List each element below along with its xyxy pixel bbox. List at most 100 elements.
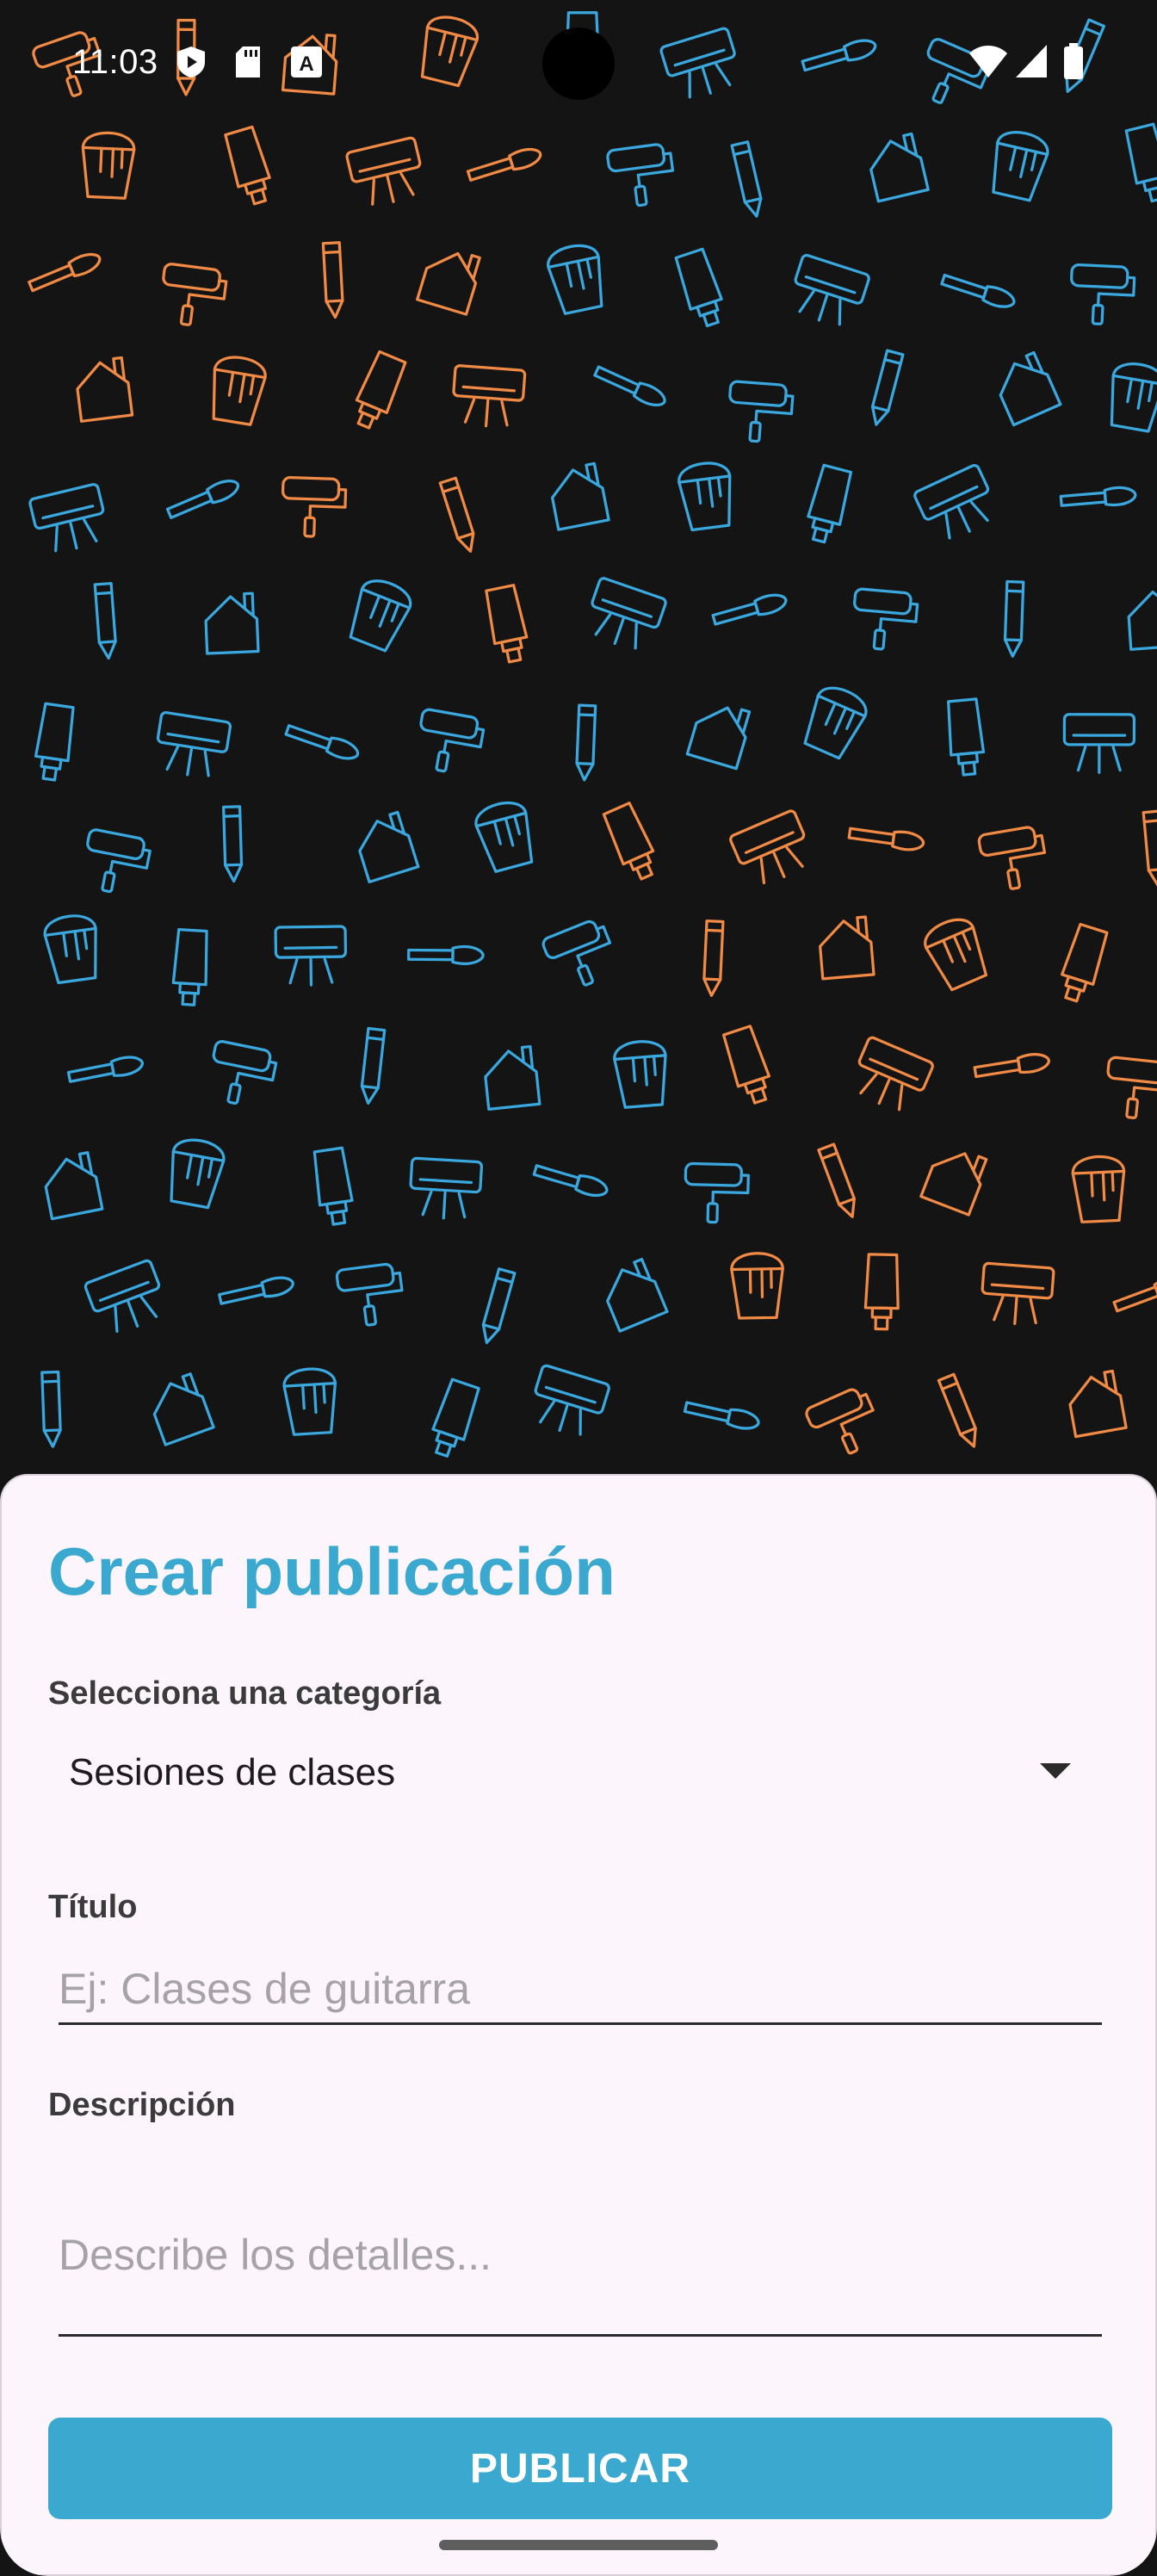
- air-conditioner-doodle-icon: [729, 809, 806, 885]
- paint-tube-doodle-icon: [863, 1253, 900, 1331]
- air-conditioner-doodle-icon: [84, 1259, 161, 1333]
- paint-brush-doodle-icon: [407, 944, 485, 965]
- house-doodle-icon: [416, 251, 481, 316]
- paint-tube-doodle-icon: [807, 463, 853, 544]
- house-doodle-icon: [484, 1044, 541, 1112]
- paint-roller-doodle-icon: [281, 475, 348, 538]
- paint-brush-doodle-icon: [711, 593, 788, 626]
- paint-tube-doodle-icon: [171, 927, 208, 1006]
- pencil-doodle-icon: [1142, 809, 1157, 888]
- pencil-doodle-icon: [481, 1267, 517, 1345]
- paint-bucket-doodle-icon: [282, 1367, 337, 1436]
- air-conditioner-doodle-icon: [345, 136, 422, 206]
- paint-roller-doodle-icon: [1106, 1056, 1157, 1119]
- paint-tube-doodle-icon: [485, 584, 529, 664]
- house-doodle-icon: [1068, 1369, 1128, 1439]
- pencil-doodle-icon: [575, 703, 597, 782]
- air-conditioner-doodle-icon: [409, 1156, 484, 1220]
- air-conditioner-doodle-icon: [913, 463, 990, 540]
- paint-roller-doodle-icon: [977, 826, 1047, 890]
- paint-tube-doodle-icon: [1124, 122, 1157, 203]
- house-doodle-icon: [869, 132, 930, 203]
- pencil-doodle-icon: [702, 919, 725, 997]
- paint-bucket-doodle-icon: [43, 914, 97, 985]
- air-conditioner-doodle-icon: [981, 1261, 1055, 1326]
- pencil-doodle-icon: [937, 1372, 977, 1448]
- paint-brush-doodle-icon: [66, 1056, 144, 1083]
- pencil-doodle-icon: [222, 805, 244, 883]
- air-conditioner-doodle-icon: [452, 364, 527, 428]
- paint-bucket-doodle-icon: [212, 356, 267, 426]
- paint-brush-doodle-icon: [466, 147, 542, 182]
- paint-bucket-doodle-icon: [613, 1040, 667, 1109]
- svg-text:A: A: [299, 53, 313, 76]
- air-conditioner-doodle-icon: [534, 1364, 610, 1436]
- paint-brush-doodle-icon: [973, 1053, 1050, 1079]
- house-doodle-icon: [919, 1152, 988, 1217]
- house-doodle-icon: [819, 915, 875, 981]
- paint-bucket-doodle-icon: [677, 461, 732, 532]
- paint-tube-doodle-icon: [721, 1025, 771, 1105]
- paint-bucket-doodle-icon: [1110, 362, 1157, 433]
- house-doodle-icon: [550, 461, 610, 531]
- air-conditioner-doodle-icon: [591, 577, 667, 650]
- screen: 11:03 A Crear publicación Selecciona una…: [0, 0, 1157, 2576]
- paint-roller-doodle-icon: [212, 1040, 278, 1105]
- paint-roller-doodle-icon: [805, 1388, 875, 1455]
- title-input[interactable]: [59, 1954, 1102, 2025]
- pencil-doodle-icon: [360, 1026, 387, 1105]
- paint-bucket-doodle-icon: [1071, 1155, 1126, 1223]
- paint-bucket-doodle-icon: [803, 686, 868, 760]
- battery-icon: [1062, 43, 1085, 85]
- paint-brush-doodle-icon: [28, 252, 102, 293]
- house-doodle-icon: [358, 810, 420, 883]
- paint-brush-doodle-icon: [284, 724, 360, 760]
- paint-roller-doodle-icon: [728, 380, 795, 443]
- house-doodle-icon: [685, 706, 752, 771]
- pencil-doodle-icon: [817, 1142, 856, 1218]
- sd-card-icon: [234, 45, 262, 84]
- house-doodle-icon: [76, 356, 134, 423]
- paint-brush-doodle-icon: [218, 1276, 294, 1305]
- house-doodle-icon: [606, 1257, 669, 1333]
- pencil-doodle-icon: [438, 476, 475, 554]
- air-conditioner-doodle-icon: [857, 1036, 934, 1112]
- camera-cutout: [542, 28, 615, 100]
- air-conditioner-doodle-icon: [274, 925, 348, 987]
- publish-button[interactable]: PUBLICAR: [48, 2418, 1112, 2519]
- pencil-doodle-icon: [40, 1370, 62, 1448]
- create-post-sheet: Crear publicación Selecciona una categor…: [0, 1474, 1157, 2576]
- paint-tube-doodle-icon: [602, 802, 655, 881]
- title-label: Título: [48, 1889, 138, 1925]
- paint-roller-doodle-icon: [684, 1161, 750, 1224]
- category-dropdown[interactable]: Sesiones de clases: [48, 1725, 1112, 1820]
- pencil-doodle-icon: [1003, 579, 1025, 658]
- air-conditioner-doodle-icon: [794, 253, 870, 326]
- paint-tube-doodle-icon: [224, 125, 271, 206]
- paint-brush-doodle-icon: [165, 480, 239, 519]
- paint-roller-doodle-icon: [335, 1262, 404, 1327]
- play-protect-icon: [176, 45, 207, 84]
- category-label: Selecciona una categoría: [48, 1675, 442, 1712]
- description-input[interactable]: [59, 2173, 1102, 2337]
- house-doodle-icon: [999, 350, 1062, 427]
- description-label: Descripción: [48, 2087, 236, 2123]
- paint-bucket-doodle-icon: [81, 131, 136, 200]
- air-conditioner-doodle-icon: [1062, 713, 1136, 774]
- paint-brush-doodle-icon: [1112, 1275, 1157, 1313]
- paint-brush-doodle-icon: [532, 1164, 609, 1198]
- paint-bucket-doodle-icon: [992, 131, 1049, 202]
- pencil-doodle-icon: [321, 241, 344, 319]
- category-selected-value: Sesiones de clases: [69, 1751, 396, 1793]
- gesture-navigation-bar[interactable]: [439, 2540, 718, 2550]
- keyboard-a-icon: A: [289, 45, 324, 84]
- sheet-title: Crear publicación: [48, 1533, 616, 1609]
- paint-roller-doodle-icon: [162, 263, 228, 326]
- paint-bucket-doodle-icon: [170, 1138, 226, 1210]
- paint-bucket-doodle-icon: [547, 244, 603, 315]
- paint-tube-doodle-icon: [34, 702, 75, 782]
- air-conditioner-doodle-icon: [28, 483, 105, 553]
- paint-bucket-doodle-icon: [349, 579, 412, 653]
- paint-bucket-doodle-icon: [730, 1252, 784, 1320]
- pencil-doodle-icon: [730, 140, 763, 218]
